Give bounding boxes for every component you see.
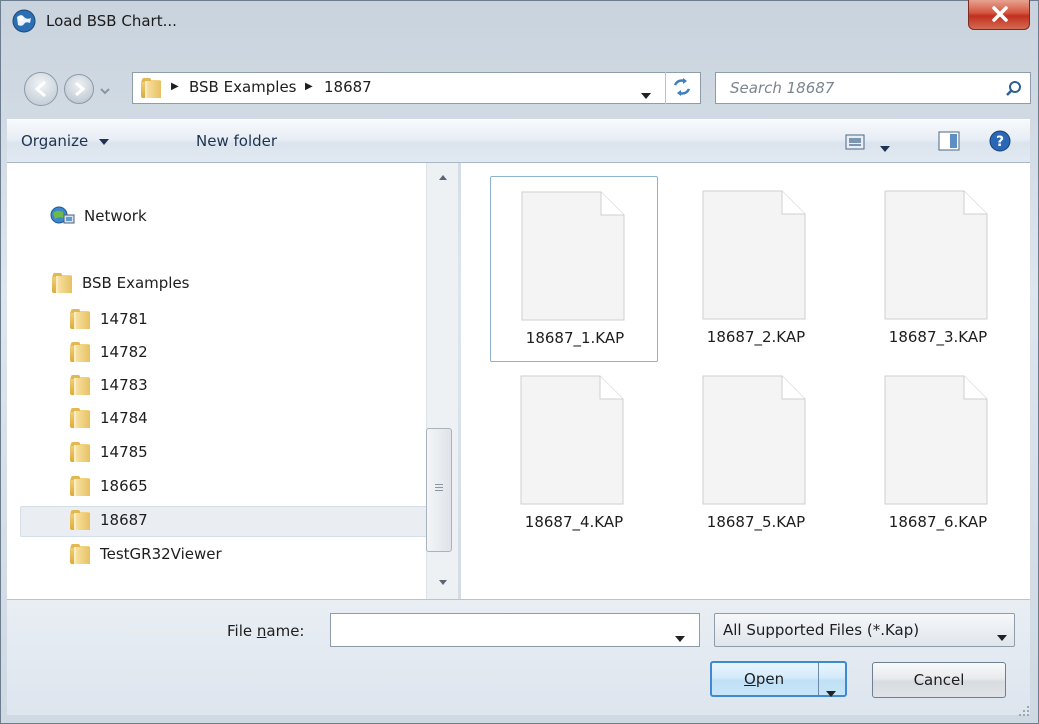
- forward-button[interactable]: [64, 74, 94, 104]
- file-name: 18687_1.KAP: [525, 329, 625, 347]
- nav-item-18665[interactable]: 18665: [70, 471, 148, 501]
- address-dropdown-icon[interactable]: [641, 85, 651, 103]
- open-label: Open: [744, 670, 785, 688]
- nav-folder-label: TestGR32Viewer: [100, 545, 222, 563]
- file-name-label: File name:: [227, 622, 305, 640]
- open-options-dropdown-icon[interactable]: [826, 676, 836, 708]
- folder-icon: [70, 476, 90, 496]
- file-name-input[interactable]: [330, 613, 700, 647]
- folder-icon: [70, 442, 90, 462]
- document-icon: [884, 375, 988, 505]
- file-item[interactable]: 18687_4.KAP: [490, 361, 658, 547]
- nav-item-14785[interactable]: 14785: [70, 437, 148, 467]
- nav-item-bsb-examples[interactable]: BSB Examples: [52, 268, 190, 298]
- chevron-down-icon: [98, 138, 109, 145]
- cancel-button[interactable]: Cancel: [872, 662, 1006, 698]
- nav-item-18687[interactable]: 18687: [70, 505, 148, 535]
- address-bar[interactable]: ▶ BSB Examples ▶ 18687: [132, 72, 701, 104]
- document-icon: [884, 190, 988, 320]
- file-item[interactable]: 18687_6.KAP: [854, 361, 1022, 547]
- close-icon: [992, 6, 1008, 22]
- nav-folder-label: 14783: [100, 376, 148, 394]
- breadcrumb-separator-icon: ▶: [171, 81, 179, 92]
- breadcrumb-bsb-examples[interactable]: BSB Examples: [189, 78, 297, 96]
- refresh-arrows-icon: [673, 78, 691, 96]
- file-type-select[interactable]: All Supported Files (*.Kap): [714, 613, 1015, 647]
- arrow-left-icon: [34, 80, 46, 98]
- folder-icon: [70, 375, 90, 395]
- close-button[interactable]: [968, 0, 1030, 30]
- preview-pane-icon[interactable]: [938, 131, 960, 151]
- nav-folder-label: 18687: [100, 511, 148, 529]
- file-item[interactable]: 18687_5.KAP: [672, 361, 840, 547]
- view-options-dropdown-icon[interactable]: [880, 138, 890, 156]
- search-icon[interactable]: [1005, 80, 1023, 98]
- nav-folder-label: 14785: [100, 443, 148, 461]
- folder-icon: [70, 544, 90, 564]
- arrow-right-icon: [75, 81, 86, 97]
- command-toolbar: Organize New folder ?: [7, 119, 1030, 163]
- scroll-down-icon[interactable]: [437, 579, 449, 587]
- file-name: 18687_3.KAP: [888, 328, 988, 346]
- document-icon: [521, 191, 625, 321]
- recent-pages-chevron-icon[interactable]: [98, 84, 112, 98]
- refresh-button[interactable]: [665, 72, 699, 104]
- change-view-icon[interactable]: [845, 134, 865, 150]
- scroll-thumb[interactable]: [426, 428, 452, 552]
- organize-label: Organize: [21, 132, 89, 150]
- folder-icon: [70, 510, 90, 530]
- nav-item-14784[interactable]: 14784: [70, 403, 148, 433]
- file-name: 18687_6.KAP: [888, 513, 988, 531]
- open-button[interactable]: Open: [710, 661, 847, 697]
- file-item[interactable]: 18687_3.KAP: [854, 176, 1022, 362]
- open-split-divider: [818, 663, 819, 695]
- file-type-value: All Supported Files (*.Kap): [723, 621, 920, 639]
- resize-grip-icon[interactable]: [1016, 703, 1030, 717]
- file-name: 18687_5.KAP: [706, 513, 806, 531]
- file-name-dropdown-icon[interactable]: [675, 628, 685, 646]
- nav-item-network[interactable]: Network: [50, 201, 147, 231]
- folder-icon: [141, 78, 161, 98]
- nav-folder-label: 14782: [100, 343, 148, 361]
- nav-folder-label: 14781: [100, 310, 148, 328]
- nav-folder-label: 18665: [100, 477, 148, 495]
- nav-folder-label: BSB Examples: [82, 274, 190, 292]
- file-type-dropdown-icon: [997, 627, 1007, 645]
- new-folder-button[interactable]: New folder: [196, 132, 277, 150]
- network-icon: [50, 206, 75, 224]
- document-icon: [520, 375, 624, 505]
- nav-item-14781[interactable]: 14781: [70, 304, 148, 334]
- app-globe-icon: [12, 9, 36, 33]
- file-item[interactable]: 18687_1.KAP: [490, 176, 658, 362]
- file-item[interactable]: 18687_2.KAP: [672, 176, 840, 362]
- folder-icon: [70, 309, 90, 329]
- file-name: 18687_4.KAP: [524, 513, 624, 531]
- document-icon: [702, 190, 806, 320]
- breadcrumb-18687[interactable]: 18687: [324, 78, 372, 96]
- breadcrumb-separator-icon: ▶: [305, 81, 313, 92]
- search-box[interactable]: Search 18687: [715, 72, 1031, 104]
- title-bar[interactable]: Load BSB Chart...: [0, 0, 1037, 44]
- document-icon: [702, 375, 806, 505]
- organize-menu[interactable]: Organize: [21, 132, 109, 150]
- nav-item-testgr32viewer[interactable]: TestGR32Viewer: [70, 539, 222, 569]
- svg-text:?: ?: [996, 134, 1004, 150]
- search-input[interactable]: Search 18687: [730, 79, 834, 97]
- back-button[interactable]: [24, 72, 58, 106]
- nav-network-label: Network: [84, 207, 147, 225]
- nav-item-14783[interactable]: 14783: [70, 370, 148, 400]
- folder-icon: [70, 408, 90, 428]
- folder-icon: [52, 273, 72, 293]
- scroll-up-icon[interactable]: [437, 173, 449, 181]
- file-name: 18687_2.KAP: [706, 328, 806, 346]
- nav-item-14782[interactable]: 14782: [70, 337, 148, 367]
- folder-icon: [70, 342, 90, 362]
- window-title: Load BSB Chart...: [46, 12, 177, 30]
- help-icon[interactable]: ?: [989, 130, 1011, 152]
- nav-folder-label: 14784: [100, 409, 148, 427]
